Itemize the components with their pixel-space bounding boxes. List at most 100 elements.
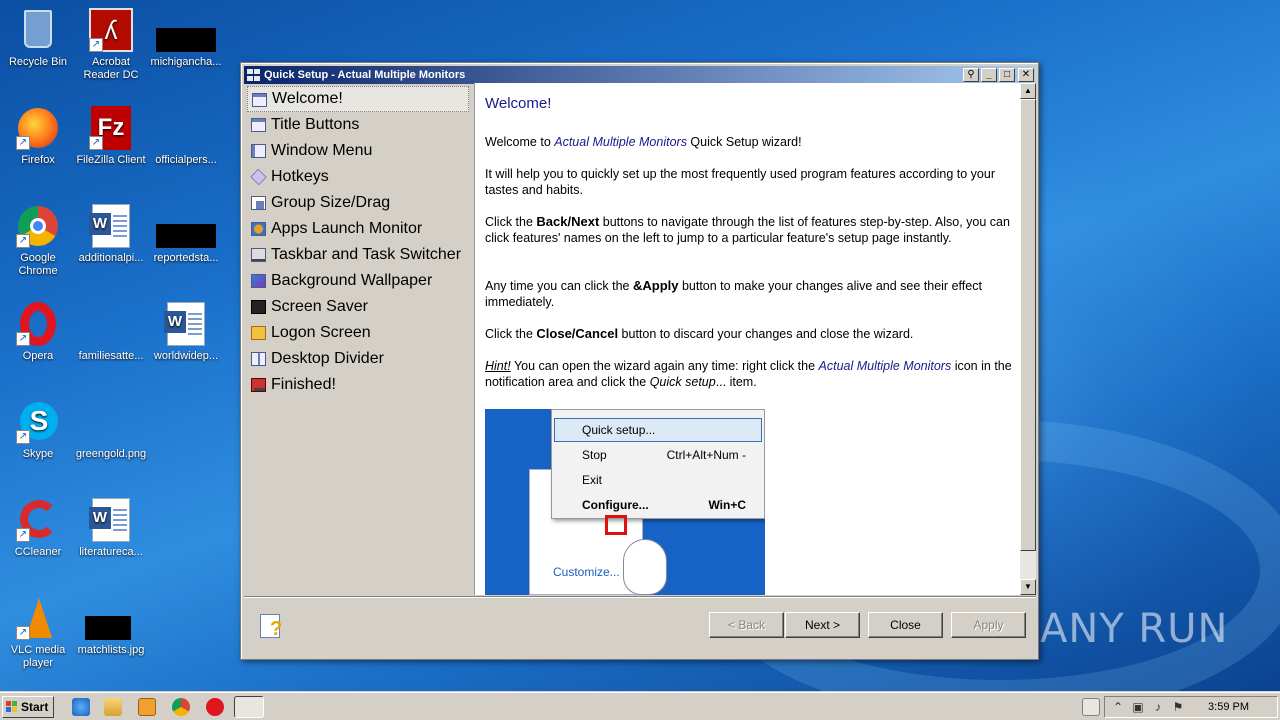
ccleaner-icon: ↗	[16, 498, 60, 542]
content-panel: Welcome! Welcome to Actual Multiple Moni…	[474, 83, 1020, 595]
page-title: Welcome!	[485, 95, 552, 112]
desktop-icon-skype[interactable]: S ↗ Skype	[0, 400, 76, 461]
word-document-icon	[89, 204, 133, 248]
tray-expand-icon[interactable]: ⌃	[1111, 700, 1125, 714]
intro-paragraph: It will help you to quickly set up the m…	[485, 167, 995, 197]
nav-item-hotkeys[interactable]: Hotkeys	[247, 164, 469, 190]
media-player-icon[interactable]	[138, 698, 156, 716]
nav-item-taskbar[interactable]: Taskbar and Task Switcher	[247, 242, 469, 268]
recycle-bin-icon	[16, 8, 60, 52]
nav-item-finished[interactable]: Finished!	[247, 372, 469, 398]
window-titlebar[interactable]: Quick Setup - Actual Multiple Monitors ⚲…	[244, 66, 1035, 84]
filezilla-icon: Fz ↗	[89, 106, 133, 150]
opera-icon: ↗	[16, 302, 60, 346]
minimize-button[interactable]: _	[981, 68, 997, 82]
back-button[interactable]: < Back	[709, 612, 784, 638]
scroll-up-icon[interactable]: ▲	[1020, 83, 1036, 99]
scroll-down-icon[interactable]: ▼	[1020, 579, 1036, 595]
opera-taskbar-icon[interactable]	[206, 698, 224, 716]
tray-context-menu: Quick setup... Stop Ctrl+Alt+Num - Exit C…	[551, 409, 765, 519]
desktop-icon-familiesatte[interactable]: familiesatte...	[73, 302, 149, 363]
blank-file-icon	[89, 302, 133, 346]
apply-button[interactable]: Apply	[951, 612, 1026, 638]
wallpaper-icon	[251, 274, 266, 288]
footer-divider	[244, 596, 1036, 598]
desktop-icon-recycle-bin[interactable]: Recycle Bin	[0, 8, 76, 69]
clock[interactable]: 3:59 PM	[1208, 697, 1249, 717]
desktop-icon-michigancha[interactable]: michigancha...	[148, 8, 224, 69]
close-paragraph: Click the Close/Cancel button to discard…	[485, 326, 914, 341]
vlc-icon: ↗	[16, 596, 60, 640]
maximize-button[interactable]: □	[999, 68, 1015, 82]
desktop-divider-icon	[251, 352, 266, 366]
window-title: Quick Setup - Actual Multiple Monitors	[264, 69, 466, 81]
redacted-file-icon	[156, 8, 216, 52]
desktop-icon-matchlists[interactable]: matchlists.jpg	[73, 596, 149, 657]
help-icon[interactable]: ?	[258, 612, 288, 640]
next-button[interactable]: Next >	[785, 612, 860, 638]
desktop-icon-opera[interactable]: ↗ Opera	[0, 302, 76, 363]
notification-area: ⌃ ▣ ♪ ⚑ 3:59 PM	[1104, 696, 1278, 718]
desktop-icon-reportedsta[interactable]: reportedsta...	[148, 204, 224, 265]
menu-item-configure: Configure... Win+C	[582, 498, 746, 512]
welcome-paragraph: Welcome to Actual Multiple Monitors Quic…	[485, 135, 802, 149]
ie-icon[interactable]	[72, 698, 90, 716]
desktop-icon-worldwidep[interactable]: worldwidep...	[148, 302, 224, 363]
tray-menu-illustration: Customize... Quick setup... Stop Ctrl+Alt…	[485, 409, 765, 595]
finished-icon	[251, 378, 266, 392]
close-button[interactable]: Close	[868, 612, 943, 638]
hotkeys-icon	[250, 168, 267, 186]
pin-button[interactable]: ⚲	[963, 68, 979, 82]
nav-item-welcome[interactable]: Welcome!	[247, 86, 469, 112]
apps-launch-icon	[251, 222, 266, 236]
desktop-icon-firefox[interactable]: ↗ Firefox	[0, 106, 76, 167]
desktop-icon-vlc[interactable]: ↗ VLC media player	[0, 596, 76, 670]
image-file-icon	[89, 400, 133, 444]
desktop-icon-officialpers[interactable]: officialpers...	[148, 106, 224, 167]
scroll-thumb[interactable]	[1020, 99, 1036, 551]
desktop-icon-additionalpi[interactable]: additionalpi...	[73, 204, 149, 265]
word-document-icon	[164, 302, 208, 346]
desktop-icon-literatureca[interactable]: literatureca...	[73, 498, 149, 559]
chrome-taskbar-icon[interactable]	[172, 698, 190, 716]
show-desktop-icon[interactable]	[1082, 698, 1100, 716]
close-window-button[interactable]: ✕	[1018, 68, 1034, 82]
hint-paragraph: Hint! You can open the wizard again any …	[485, 359, 1012, 389]
network-icon[interactable]: ▣	[1131, 700, 1145, 714]
nav-item-background-wallpaper[interactable]: Background Wallpaper	[247, 268, 469, 294]
taskbar: Start ⌃ ▣ ♪ ⚑ 3:59 PM	[0, 692, 1280, 720]
nav-item-screen-saver[interactable]: Screen Saver	[247, 294, 469, 320]
firefox-icon: ↗	[16, 106, 60, 150]
desktop-icon-filezilla[interactable]: Fz ↗ FileZilla Client	[73, 106, 149, 167]
logon-screen-icon	[251, 326, 266, 340]
navigation-paragraph: Click the Back/Next buttons to navigate …	[485, 214, 1010, 245]
blank-file-icon	[164, 106, 208, 150]
nav-item-title-buttons[interactable]: Title Buttons	[247, 112, 469, 138]
menu-item-exit: Exit	[582, 473, 603, 487]
nav-item-desktop-divider[interactable]: Desktop Divider	[247, 346, 469, 372]
explorer-icon[interactable]	[104, 698, 122, 716]
group-size-icon	[251, 196, 266, 210]
desktop-icon-chrome[interactable]: ↗ Google Chrome	[0, 204, 76, 278]
action-center-flag-icon[interactable]: ⚑	[1171, 700, 1185, 714]
start-button[interactable]: Start	[2, 696, 54, 718]
redacted-file-icon	[156, 204, 216, 248]
volume-icon[interactable]: ♪	[1151, 700, 1165, 714]
desktop-icon-ccleaner[interactable]: ↗ CCleaner	[0, 498, 76, 559]
nav-item-group-size-drag[interactable]: Group Size/Drag	[247, 190, 469, 216]
windows-flag-icon	[6, 701, 18, 713]
chrome-icon: ↗	[16, 204, 60, 248]
quick-setup-task-button[interactable]	[234, 696, 264, 718]
desktop-icon-greengold[interactable]: greengold.png	[73, 400, 149, 461]
acrobat-icon: ʎ ↗	[89, 8, 133, 52]
nav-item-apps-launch-monitor[interactable]: Apps Launch Monitor	[247, 216, 469, 242]
mouse-icon	[623, 539, 667, 595]
apply-paragraph: Any time you can click the &Apply button…	[485, 278, 982, 309]
content-scrollbar[interactable]: ▲ ▼	[1020, 83, 1036, 595]
menu-item-quick-setup: Quick setup...	[582, 423, 656, 437]
highlighted-tray-icon	[605, 515, 627, 535]
nav-item-logon-screen[interactable]: Logon Screen	[247, 320, 469, 346]
skype-icon: S ↗	[16, 400, 60, 444]
desktop-icon-acrobat[interactable]: ʎ ↗ Acrobat Reader DC	[73, 8, 149, 82]
nav-item-window-menu[interactable]: Window Menu	[247, 138, 469, 164]
